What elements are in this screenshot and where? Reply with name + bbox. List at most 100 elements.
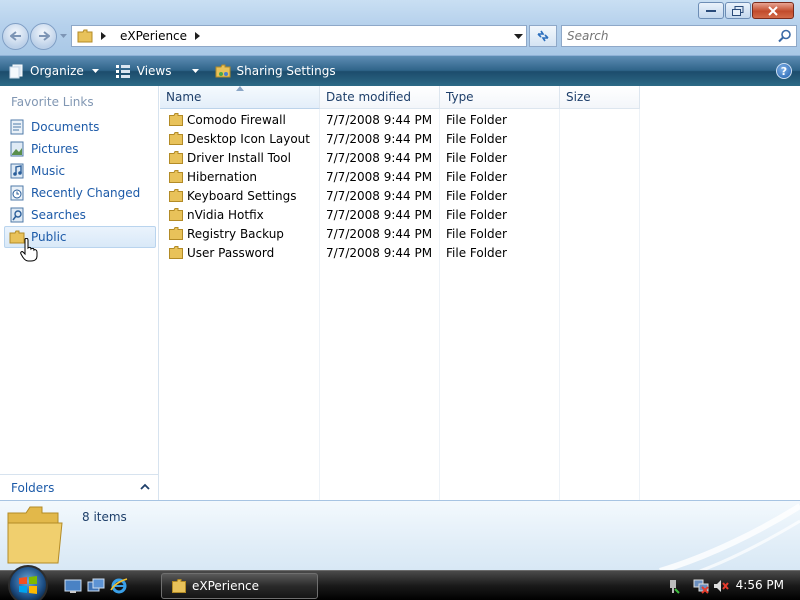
internet-explorer-button[interactable]: [110, 577, 128, 595]
favorite-links-list: Documents Pictures Music Recently Change…: [4, 116, 156, 248]
command-bar: Organize Views Sharing Settings ?: [0, 56, 800, 86]
sharing-settings-icon: [215, 64, 230, 78]
help-icon: ?: [780, 64, 788, 78]
item-count: 8 items: [82, 510, 127, 524]
views-label: Views: [136, 64, 172, 78]
start-button[interactable]: [8, 565, 48, 600]
file-row[interactable]: Desktop Icon Layout 7/7/2008 9:44 PM Fil…: [160, 129, 640, 148]
file-date: 7/7/2008 9:44 PM: [326, 207, 433, 222]
folder-icon: [172, 579, 186, 593]
chevron-down-icon: [191, 69, 199, 73]
favorite-link-searches[interactable]: Searches: [4, 204, 156, 226]
minimize-icon: [706, 9, 716, 12]
internet-explorer-icon: [110, 578, 128, 594]
close-icon: [768, 5, 778, 16]
switch-windows-icon: [87, 578, 105, 592]
favorite-link-label: Music: [31, 164, 66, 178]
search-input[interactable]: [567, 29, 777, 43]
close-button[interactable]: [752, 2, 794, 19]
organize-icon: [9, 64, 23, 79]
folder-icon: [169, 246, 183, 259]
file-name: Hibernation: [187, 169, 258, 184]
favorite-link-pictures[interactable]: Pictures: [4, 138, 156, 160]
folders-label: Folders: [11, 480, 55, 495]
search-icon[interactable]: [778, 29, 792, 43]
file-row[interactable]: nVidia Hotfix 7/7/2008 9:44 PM File Fold…: [160, 205, 640, 224]
folder-icon: [169, 113, 183, 126]
sharing-settings-label: Sharing Settings: [236, 64, 336, 78]
file-row[interactable]: Comodo Firewall 7/7/2008 9:44 PM File Fo…: [160, 110, 640, 129]
sharing-settings-button[interactable]: Sharing Settings: [209, 59, 342, 83]
network-status-button[interactable]: [692, 577, 710, 595]
breadcrumb-arrow-icon[interactable]: [195, 32, 201, 40]
favorite-link-documents[interactable]: Documents: [4, 116, 156, 138]
organize-button[interactable]: Organize: [2, 59, 105, 83]
file-type: File Folder: [446, 131, 507, 146]
folder-icon: [169, 208, 183, 221]
navigation-pane: Favorite Links Documents Pictures Music …: [0, 86, 159, 500]
favorite-link-music[interactable]: Music: [4, 160, 156, 182]
file-row[interactable]: Registry Backup 7/7/2008 9:44 PM File Fo…: [160, 224, 640, 243]
favorite-link-recently-changed[interactable]: Recently Changed: [4, 182, 156, 204]
window-controls: [698, 2, 794, 19]
favorite-link-label: Documents: [31, 120, 100, 134]
chevron-up-icon: [140, 483, 150, 490]
file-name: Registry Backup: [187, 226, 284, 241]
chevron-down-icon: [91, 69, 99, 73]
column-header-type[interactable]: Type: [440, 86, 560, 109]
show-desktop-icon: [64, 579, 82, 593]
favorite-link-label: Pictures: [31, 142, 79, 156]
hand-pointer-cursor-icon: [20, 238, 38, 262]
favorite-link-label: Searches: [31, 208, 86, 222]
safely-remove-hardware-button[interactable]: [664, 577, 682, 595]
column-header-label: Name: [166, 90, 202, 104]
file-type: File Folder: [446, 112, 507, 127]
documents-icon: [8, 119, 25, 136]
organize-label: Organize: [30, 64, 84, 78]
switch-windows-button[interactable]: [87, 577, 105, 595]
search-box[interactable]: [561, 25, 797, 47]
title-bar: eXPerience: [0, 0, 800, 56]
music-icon: [8, 163, 25, 180]
recent-pages-dropdown[interactable]: [58, 26, 68, 46]
file-type: File Folder: [446, 226, 507, 241]
network-disconnected-icon: [693, 579, 709, 594]
column-header-label: Date modified: [326, 90, 412, 104]
file-type: File Folder: [446, 188, 507, 203]
clock[interactable]: 4:56 PM: [736, 578, 784, 592]
file-name: User Password: [187, 245, 275, 260]
file-row[interactable]: Keyboard Settings 7/7/2008 9:44 PM File …: [160, 186, 640, 205]
address-bar[interactable]: eXPerience: [71, 25, 527, 47]
help-button[interactable]: ?: [776, 63, 792, 79]
favorite-links-heading: Favorite Links: [11, 95, 94, 109]
refresh-button[interactable]: [529, 25, 557, 47]
column-header-date-modified[interactable]: Date modified: [320, 86, 440, 109]
column-header-name[interactable]: Name: [160, 86, 320, 109]
file-row[interactable]: User Password 7/7/2008 9:44 PM File Fold…: [160, 243, 640, 262]
file-row[interactable]: Driver Install Tool 7/7/2008 9:44 PM Fil…: [160, 148, 640, 167]
file-name: Driver Install Tool: [187, 150, 291, 165]
chevron-down-icon: [59, 34, 67, 38]
views-button[interactable]: Views: [109, 59, 205, 83]
file-row[interactable]: Hibernation 7/7/2008 9:44 PM File Folder: [160, 167, 640, 186]
show-desktop-button[interactable]: [64, 577, 82, 595]
back-button[interactable]: [2, 22, 29, 50]
breadcrumb-segment[interactable]: eXPerience: [120, 29, 187, 43]
file-type: File Folder: [446, 207, 507, 222]
column-header-size[interactable]: Size: [560, 86, 640, 109]
file-date: 7/7/2008 9:44 PM: [326, 150, 433, 165]
file-type: File Folder: [446, 150, 507, 165]
volume-button[interactable]: [712, 577, 730, 595]
taskbar-window-button[interactable]: eXPerience: [161, 573, 318, 599]
file-date: 7/7/2008 9:44 PM: [326, 131, 433, 146]
forward-button[interactable]: [30, 22, 57, 50]
file-rows: Comodo Firewall 7/7/2008 9:44 PM File Fo…: [160, 110, 640, 262]
address-dropdown-icon[interactable]: [514, 30, 523, 42]
folder-icon: [169, 189, 183, 202]
breadcrumb-arrow-icon[interactable]: [101, 32, 106, 40]
file-type: File Folder: [446, 169, 507, 184]
folders-toggle[interactable]: Folders: [0, 474, 158, 500]
maximize-button[interactable]: [725, 2, 751, 19]
minimize-button[interactable]: [698, 2, 724, 19]
recently-changed-icon: [8, 185, 25, 202]
